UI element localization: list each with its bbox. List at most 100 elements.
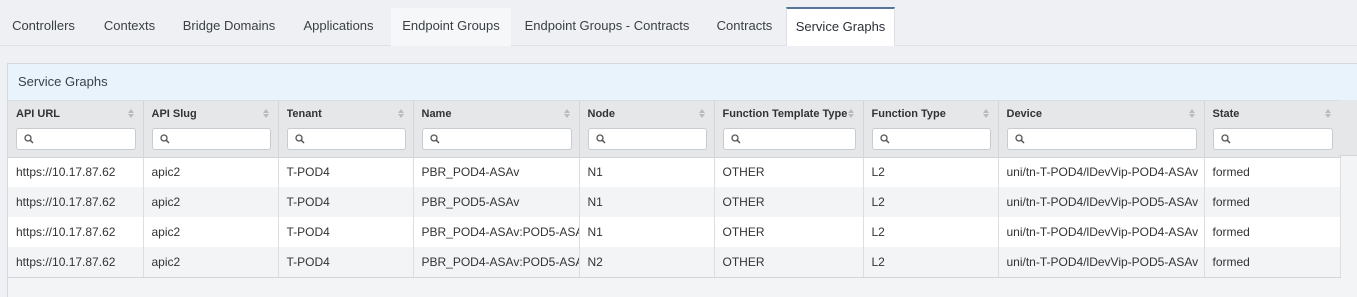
cell-tenant: T-POD4 bbox=[278, 217, 414, 247]
table-row[interactable]: https://10.17.87.62 apic2 T-POD4 PBR_POD… bbox=[8, 247, 1341, 278]
column-header-tenant[interactable]: Tenant bbox=[278, 101, 414, 158]
cell-function-type: L2 bbox=[863, 247, 999, 278]
column-label: Node bbox=[587, 108, 616, 120]
search-icon bbox=[159, 134, 170, 144]
table-row[interactable]: https://10.17.87.62 apic2 T-POD4 PBR_POD… bbox=[8, 157, 1341, 187]
cell-device: uni/tn-T-POD4/lDevVip-POD5-ASAv bbox=[998, 247, 1205, 278]
cell-device: uni/tn-T-POD4/lDevVip-POD4-ASAv bbox=[998, 157, 1205, 187]
table-row[interactable]: https://10.17.87.62 apic2 T-POD4 PBR_POD… bbox=[8, 187, 1341, 217]
column-label: State bbox=[1212, 108, 1240, 120]
column-header-node[interactable]: Node bbox=[579, 101, 715, 158]
sort-icon[interactable] bbox=[563, 108, 571, 120]
cell-node: N1 bbox=[579, 217, 715, 247]
tab-applications[interactable]: Applications bbox=[286, 8, 391, 46]
filter-field[interactable] bbox=[172, 131, 266, 147]
column-header-name[interactable]: Name bbox=[413, 101, 580, 158]
search-icon bbox=[1220, 134, 1231, 144]
tab-contexts[interactable]: Contexts bbox=[87, 8, 172, 46]
column-header-function-template-type[interactable]: Function Template Type bbox=[714, 101, 864, 158]
cell-api-url: https://10.17.87.62 bbox=[8, 217, 144, 247]
column-header-device[interactable]: Device bbox=[998, 101, 1205, 158]
cell-api-url: https://10.17.87.62 bbox=[8, 187, 144, 217]
cell-state: formed bbox=[1204, 187, 1341, 217]
cell-api-slug: apic2 bbox=[143, 157, 279, 187]
panel-title: Service Graphs bbox=[8, 64, 1357, 101]
filter-input-function-type[interactable] bbox=[871, 128, 991, 150]
cell-function-type: L2 bbox=[863, 157, 999, 187]
filter-field[interactable] bbox=[1027, 131, 1192, 147]
filter-input-tenant[interactable] bbox=[286, 128, 406, 150]
filter-field[interactable] bbox=[743, 131, 851, 147]
cell-device: uni/tn-T-POD4/lDevVip-POD5-ASAv bbox=[998, 187, 1205, 217]
cell-node: N1 bbox=[579, 157, 715, 187]
cell-function-template-type: OTHER bbox=[714, 217, 864, 247]
filter-input-api-url[interactable] bbox=[16, 128, 136, 150]
cell-name: PBR_POD4-ASAv:POD5-ASAv bbox=[413, 217, 580, 247]
filter-field[interactable] bbox=[892, 131, 986, 147]
sort-icon[interactable] bbox=[397, 108, 405, 120]
cell-function-template-type: OTHER bbox=[714, 187, 864, 217]
cell-api-slug: apic2 bbox=[143, 187, 279, 217]
cell-name: PBR_POD5-ASAv bbox=[413, 187, 580, 217]
cell-api-url: https://10.17.87.62 bbox=[8, 247, 144, 278]
column-header-api-slug[interactable]: API Slug bbox=[143, 101, 279, 158]
sort-icon[interactable] bbox=[1188, 108, 1196, 120]
column-header-api-url[interactable]: API URL bbox=[8, 101, 144, 158]
cell-name: PBR_POD4-ASAv bbox=[413, 157, 580, 187]
search-icon bbox=[294, 134, 305, 144]
search-icon bbox=[595, 134, 606, 144]
column-label: API Slug bbox=[151, 108, 197, 120]
cell-function-template-type: OTHER bbox=[714, 157, 864, 187]
filter-field[interactable] bbox=[37, 131, 131, 147]
cell-function-type: L2 bbox=[863, 187, 999, 217]
sort-icon[interactable] bbox=[262, 108, 270, 120]
cell-state: formed bbox=[1204, 217, 1341, 247]
column-label: Tenant bbox=[286, 108, 322, 120]
sort-icon[interactable] bbox=[127, 108, 135, 120]
filter-input-function-template-type[interactable] bbox=[722, 128, 856, 150]
filter-input-device[interactable] bbox=[1006, 128, 1197, 150]
cell-name: PBR_POD4-ASAv:POD5-ASAv bbox=[413, 247, 580, 278]
cell-state: formed bbox=[1204, 157, 1341, 187]
cell-node: N2 bbox=[579, 247, 715, 278]
filter-input-name[interactable] bbox=[421, 128, 572, 150]
cell-node: N1 bbox=[579, 187, 715, 217]
sort-icon[interactable] bbox=[847, 108, 855, 120]
cell-device: uni/tn-T-POD4/lDevVip-POD4-ASAv bbox=[998, 217, 1205, 247]
sort-icon[interactable] bbox=[1324, 108, 1332, 120]
cell-tenant: T-POD4 bbox=[278, 157, 414, 187]
table-row[interactable]: https://10.17.87.62 apic2 T-POD4 PBR_POD… bbox=[8, 217, 1341, 247]
tab-service-graphs[interactable]: Service Graphs bbox=[786, 7, 895, 46]
filter-input-state[interactable] bbox=[1212, 128, 1333, 150]
service-graphs-panel: Service Graphs API URL API Slug Tenant N… bbox=[7, 63, 1357, 297]
search-icon bbox=[879, 134, 890, 144]
tab-contracts[interactable]: Contracts bbox=[703, 8, 786, 46]
column-label: API URL bbox=[16, 108, 60, 120]
tab-bar: Controllers Contexts Bridge Domains Appl… bbox=[0, 0, 1357, 46]
table-header-overflow bbox=[1339, 100, 1357, 156]
tab-endpoint-groups-contracts[interactable]: Endpoint Groups - Contracts bbox=[511, 8, 703, 46]
filter-input-api-slug[interactable] bbox=[151, 128, 271, 150]
filter-field[interactable] bbox=[608, 131, 702, 147]
cell-tenant: T-POD4 bbox=[278, 187, 414, 217]
sort-icon[interactable] bbox=[698, 108, 706, 120]
filter-field[interactable] bbox=[307, 131, 401, 147]
filter-input-node[interactable] bbox=[587, 128, 707, 150]
sort-icon[interactable] bbox=[982, 108, 990, 120]
cell-tenant: T-POD4 bbox=[278, 247, 414, 278]
column-label: Device bbox=[1006, 108, 1042, 120]
column-label: Function Template Type bbox=[722, 108, 848, 120]
search-icon bbox=[730, 134, 741, 144]
tab-controllers[interactable]: Controllers bbox=[0, 8, 87, 46]
filter-field[interactable] bbox=[442, 131, 567, 147]
search-icon bbox=[24, 134, 34, 144]
cell-api-slug: apic2 bbox=[143, 217, 279, 247]
filter-field[interactable] bbox=[1233, 131, 1328, 147]
column-label: Name bbox=[421, 108, 452, 120]
service-graphs-table: API URL API Slug Tenant Name Node Functi… bbox=[8, 101, 1341, 278]
tab-bridge-domains[interactable]: Bridge Domains bbox=[172, 8, 286, 46]
column-header-state[interactable]: State bbox=[1204, 101, 1341, 158]
column-header-function-type[interactable]: Function Type bbox=[863, 101, 999, 158]
tab-endpoint-groups[interactable]: Endpoint Groups bbox=[391, 8, 511, 46]
cell-api-url: https://10.17.87.62 bbox=[8, 157, 144, 187]
